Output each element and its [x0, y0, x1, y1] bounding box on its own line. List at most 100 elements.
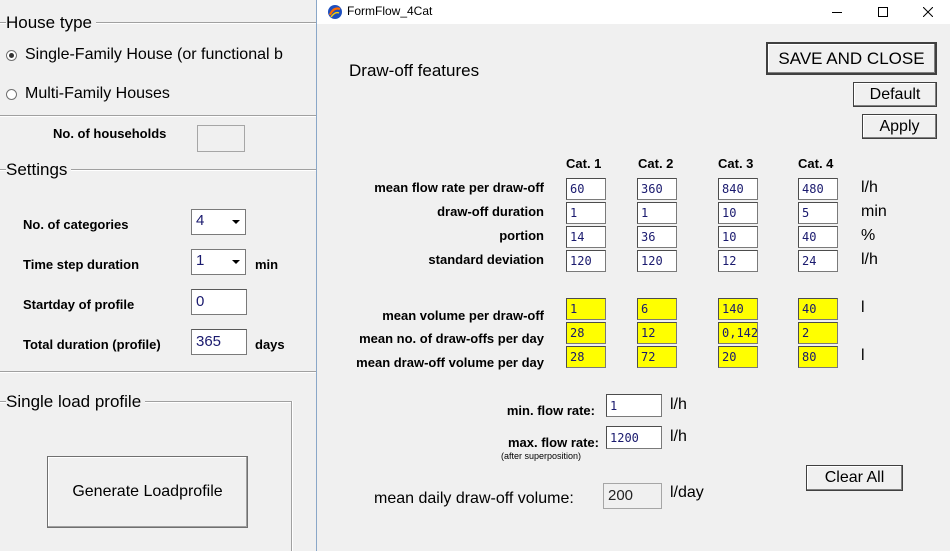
cat3-duration-input[interactable]: 10	[718, 202, 758, 224]
cat1-draw-offs-value: 28	[566, 322, 606, 344]
startday-input[interactable]: 0	[191, 289, 247, 315]
min-flow-input[interactable]: 1	[606, 394, 662, 417]
cat4-duration-input[interactable]: 5	[798, 202, 838, 224]
daily-volume-value: 200	[603, 483, 662, 509]
settings-group-title: Settings	[6, 160, 72, 180]
maximize-button[interactable]	[860, 0, 906, 24]
cat1-daily-volume-value: 28	[566, 346, 606, 368]
cat1-flow-rate-input[interactable]: 60	[566, 178, 606, 200]
row-label: standard deviation	[428, 252, 544, 267]
cat2-duration-input[interactable]: 1	[637, 202, 677, 224]
timestep-select[interactable]: 1	[191, 249, 246, 275]
startday-label: Startday of profile	[23, 297, 135, 312]
radio-single-family-label: Single-Family House (or functional b	[25, 46, 283, 63]
default-button[interactable]: Default	[853, 82, 937, 107]
max-flow-unit: l/h	[670, 428, 687, 445]
cat2-flow-rate-input[interactable]: 360	[637, 178, 677, 200]
timestep-unit: min	[255, 257, 279, 272]
row-label: draw-off duration	[437, 204, 544, 219]
category-header: Cat. 3	[718, 156, 754, 171]
categories-select-value: 4	[196, 212, 205, 229]
radio-unselected-icon[interactable]	[6, 88, 17, 100]
cat3-daily-volume-value: 20	[718, 346, 758, 368]
clear-all-button[interactable]: Clear All	[806, 465, 903, 491]
maximize-icon	[878, 7, 888, 17]
single-load-group-title: Single load profile	[6, 392, 146, 412]
cat2-mean-volume-value: 6	[637, 298, 677, 320]
row-unit: l/h	[861, 179, 878, 196]
section-title: Draw-off features	[349, 61, 480, 80]
computed-row-label: mean draw-off volume per day	[356, 355, 544, 370]
cat4-mean-volume-value: 40	[798, 298, 838, 320]
divider	[0, 371, 316, 373]
category-header: Cat. 1	[566, 156, 602, 171]
cat4-flow-rate-input[interactable]: 480	[798, 178, 838, 200]
row-label: mean flow rate per draw-off	[374, 180, 544, 195]
row-label: portion	[499, 228, 544, 243]
daily-volume-unit: l/day	[670, 484, 704, 501]
cat4-std-dev-input[interactable]: 24	[798, 250, 838, 272]
chevron-down-icon[interactable]	[228, 211, 244, 233]
cat1-portion-input[interactable]: 14	[566, 226, 606, 248]
categories-select[interactable]: 4	[191, 209, 246, 235]
categories-label: No. of categories	[23, 217, 129, 232]
category-header: Cat. 2	[638, 156, 674, 171]
daily-volume-label: mean daily draw-off volume:	[374, 490, 574, 507]
group-frame-right	[291, 401, 293, 551]
cat1-duration-input[interactable]: 1	[566, 202, 606, 224]
households-label: No. of households	[53, 126, 167, 141]
min-flow-label: min. flow rate:	[506, 403, 595, 418]
computed-row-label: mean no. of draw-offs per day	[359, 331, 544, 346]
cat1-mean-volume-value: 1	[566, 298, 606, 320]
row-unit: %	[861, 227, 876, 244]
radio-single-family[interactable]: Single-Family House (or functional b	[6, 46, 283, 64]
close-icon	[923, 7, 933, 17]
row-unit: min	[861, 203, 887, 220]
total-duration-label: Total duration (profile)	[23, 337, 161, 352]
timestep-label: Time step duration	[23, 257, 140, 272]
cat3-portion-input[interactable]: 10	[718, 226, 758, 248]
minimize-icon	[832, 12, 842, 13]
max-flow-note: (after superposition)	[501, 451, 582, 461]
row-unit: l/h	[861, 251, 878, 268]
timestep-select-value: 1	[196, 252, 205, 269]
cat3-draw-offs-value: 0,142	[718, 322, 758, 344]
close-button[interactable]	[905, 0, 950, 24]
cat3-mean-volume-value: 140	[718, 298, 758, 320]
cat2-draw-offs-value: 12	[637, 322, 677, 344]
radio-selected-icon[interactable]	[6, 49, 17, 61]
window-title: FormFlow_4Cat	[347, 4, 433, 18]
title-bar[interactable]: FormFlow_4Cat	[317, 0, 950, 24]
cat4-draw-offs-value: 2	[798, 322, 838, 344]
apply-button[interactable]: Apply	[862, 114, 937, 139]
total-duration-unit: days	[255, 337, 285, 352]
formflow-dialog: FormFlow_4Cat Draw-off features SAVE AND…	[316, 0, 950, 551]
main-window-left-pane: House type Single-Family House (or funct…	[0, 0, 316, 551]
cat4-daily-volume-value: 80	[798, 346, 838, 368]
cat2-daily-volume-value: 72	[637, 346, 677, 368]
divider	[0, 115, 316, 117]
computed-row-unit: l	[861, 299, 865, 316]
cat1-std-dev-input[interactable]: 120	[566, 250, 606, 272]
cat3-std-dev-input[interactable]: 12	[718, 250, 758, 272]
max-flow-label: max. flow rate:	[507, 435, 599, 450]
cat2-std-dev-input[interactable]: 120	[637, 250, 677, 272]
cat4-portion-input[interactable]: 40	[798, 226, 838, 248]
radio-multi-family-label: Multi-Family Houses	[25, 85, 170, 102]
save-and-close-button[interactable]: SAVE AND CLOSE	[766, 42, 937, 75]
category-header: Cat. 4	[798, 156, 834, 171]
generate-loadprofile-button[interactable]: Generate Loadprofile	[47, 456, 248, 528]
households-input[interactable]	[197, 125, 245, 152]
minimize-button[interactable]	[814, 0, 860, 24]
max-flow-input[interactable]: 1200	[606, 426, 662, 449]
cat3-flow-rate-input[interactable]: 840	[718, 178, 758, 200]
total-duration-input[interactable]: 365	[191, 329, 247, 355]
min-flow-unit: l/h	[670, 396, 687, 413]
radio-multi-family[interactable]: Multi-Family Houses	[6, 85, 170, 103]
cat2-portion-input[interactable]: 36	[637, 226, 677, 248]
computed-row-unit: l	[861, 347, 865, 364]
chevron-down-icon[interactable]	[228, 251, 244, 273]
house-type-group-title: House type	[6, 13, 96, 33]
computed-row-label: mean volume per draw-off	[382, 308, 544, 323]
app-icon	[328, 5, 342, 19]
